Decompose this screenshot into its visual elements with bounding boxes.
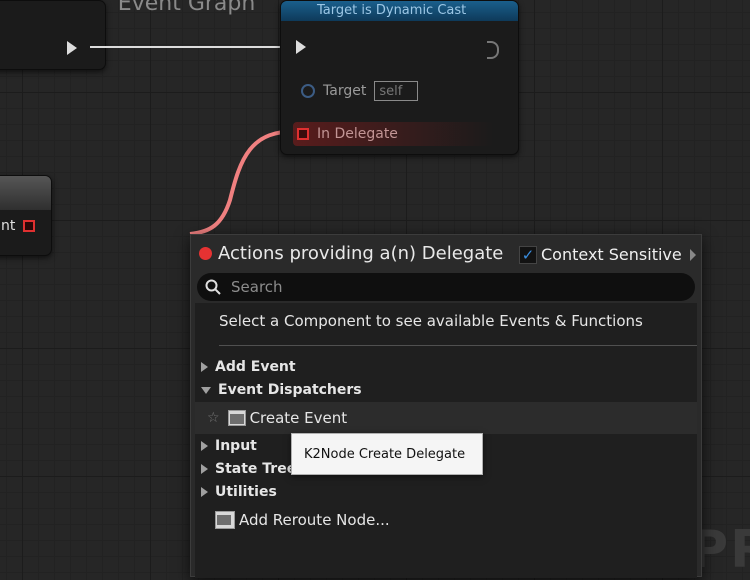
target-pin-dot[interactable]: [301, 84, 315, 98]
category-label: Utilities: [215, 484, 277, 500]
delegate-pin-square[interactable]: [297, 128, 309, 140]
function-icon: [215, 511, 235, 529]
target-pin-label: Target: [323, 83, 367, 99]
category-event-dispatchers[interactable]: Event Dispatchers: [201, 379, 362, 401]
left-event-node[interactable]: [0, 0, 106, 70]
left-delegate-node[interactable]: nt: [0, 175, 52, 256]
category-state-tree[interactable]: State Tree: [201, 458, 296, 480]
search-input[interactable]: [229, 277, 673, 297]
category-utilities[interactable]: Utilities: [201, 481, 277, 503]
exec-in-pin[interactable]: [296, 40, 306, 54]
menu-header: Actions providing a(n) Delegate: [199, 243, 503, 264]
search-box[interactable]: [197, 273, 695, 301]
category-label: State Tree: [215, 461, 297, 477]
in-delegate-pin[interactable]: In Delegate: [293, 122, 493, 146]
expand-arrow-icon[interactable]: [201, 487, 208, 497]
expand-arrow-icon[interactable]: [201, 464, 208, 474]
category-add-event[interactable]: Add Event: [201, 356, 296, 378]
target-pin-field[interactable]: self: [374, 81, 419, 101]
context-hint: Select a Component to see available Even…: [219, 312, 643, 330]
search-icon: [205, 279, 221, 295]
category-label: Add Event: [215, 359, 296, 375]
event-delegate-pin[interactable]: [23, 220, 35, 232]
target-pin[interactable]: Target self: [301, 81, 419, 101]
context-sensitive-checkbox[interactable]: ✓: [519, 245, 537, 264]
category-label: Event Dispatchers: [218, 382, 362, 398]
delegate-pin-icon: [199, 247, 212, 260]
tooltip-text: K2Node Create Delegate: [304, 446, 466, 462]
node-header-subtitle: Target is Dynamic Cast: [317, 3, 467, 18]
context-sensitive-toggle[interactable]: ✓ Context Sensitive: [519, 245, 696, 264]
function-icon: [227, 410, 246, 426]
favorite-star-icon[interactable]: ☆: [207, 410, 220, 426]
menu-title: Actions providing a(n) Delegate: [218, 243, 504, 264]
exec-wire: [90, 46, 296, 48]
category-input[interactable]: Input: [201, 435, 257, 457]
add-reroute-label: Add Reroute Node...: [239, 511, 390, 529]
collapse-arrow-icon[interactable]: [201, 386, 211, 394]
node-header: [0, 176, 51, 210]
add-reroute-node-item[interactable]: Add Reroute Node...: [215, 511, 390, 529]
hint-divider: [219, 345, 697, 346]
event-pin-label: nt: [1, 218, 16, 234]
create-event-label: Create Event: [249, 409, 348, 427]
node-header: Target is Dynamic Cast: [281, 1, 518, 21]
category-label: Input: [215, 438, 257, 454]
expand-arrow-icon[interactable]: [201, 441, 208, 451]
bind-delegate-node[interactable]: Target is Dynamic Cast Target self In De…: [280, 0, 519, 155]
exec-out-pin[interactable]: [67, 41, 77, 55]
in-delegate-label: In Delegate: [317, 126, 398, 142]
expand-arrow-icon[interactable]: [201, 362, 208, 372]
create-event-item[interactable]: ☆ Create Event: [195, 402, 697, 434]
chevron-right-icon[interactable]: [689, 248, 696, 261]
action-menu: Actions providing a(n) Delegate ✓ Contex…: [190, 234, 702, 578]
exec-out-pin[interactable]: [487, 41, 499, 59]
context-sensitive-label: Context Sensitive: [541, 245, 682, 264]
tooltip: K2Node Create Delegate: [291, 433, 483, 475]
